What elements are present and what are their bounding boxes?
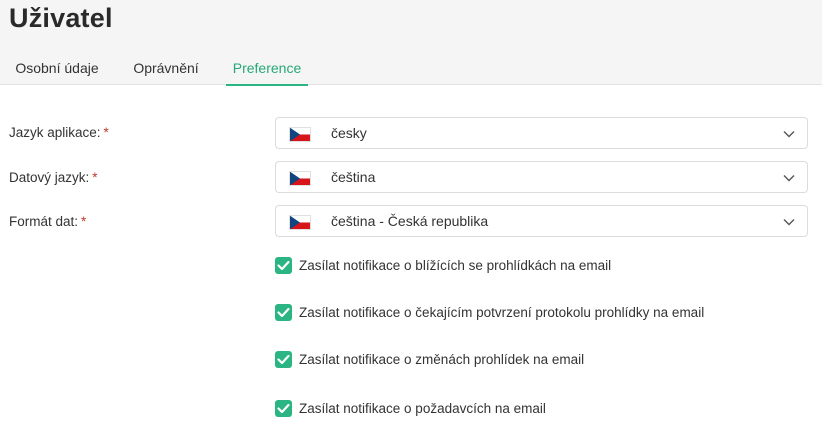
czech-flag-icon	[289, 171, 311, 186]
data-language-select[interactable]: čeština	[275, 161, 808, 193]
chevron-down-icon	[782, 127, 796, 141]
required-mark: *	[92, 170, 98, 185]
tab-bar: Osobní údaje Oprávnění Preference	[0, 50, 822, 86]
checkbox-label: Zasílat notifikace o požadavcích na emai…	[299, 401, 546, 416]
app-language-value: česky	[331, 125, 367, 141]
app-language-label: Jazyk aplikace: *	[9, 125, 109, 140]
data-language-value: čeština	[331, 169, 376, 185]
data-format-label: Formát dat: *	[9, 214, 86, 229]
chevron-down-icon	[782, 215, 796, 229]
data-format-select[interactable]: čeština - Česká republika	[275, 205, 808, 237]
tab-personal-info[interactable]: Osobní údaje	[6, 50, 108, 85]
chevron-down-icon	[782, 171, 796, 185]
page-header: Uživatel Osobní údaje Oprávnění Preferen…	[0, 0, 822, 86]
checkbox-checked-icon[interactable]	[275, 351, 292, 368]
required-mark: *	[81, 214, 87, 229]
page-title: Uživatel	[9, 3, 113, 33]
czech-flag-icon	[289, 127, 311, 142]
checkbox-checked-icon[interactable]	[275, 257, 292, 274]
data-format-value: čeština - Česká republika	[331, 213, 489, 229]
data-format-label-text: Formát dat:	[9, 214, 79, 229]
required-mark: *	[103, 125, 109, 140]
checkbox-label: Zasílat notifikace o čekajícím potvrzení…	[299, 305, 705, 320]
checkbox-label: Zasílat notifikace o změnách prohlídek n…	[299, 352, 585, 367]
checkbox-checked-icon[interactable]	[275, 304, 292, 321]
tab-permissions[interactable]: Oprávnění	[124, 50, 208, 85]
data-language-label: Datový jazyk: *	[9, 170, 98, 185]
app-language-label-text: Jazyk aplikace:	[9, 125, 101, 140]
tab-preferences[interactable]: Preference	[226, 50, 308, 86]
data-language-label-text: Datový jazyk:	[9, 170, 90, 185]
checkbox-checked-icon[interactable]	[275, 400, 292, 417]
czech-flag-icon	[289, 215, 311, 230]
checkbox-label: Zasílat notifikace o blížících se prohlí…	[299, 258, 612, 273]
app-language-select[interactable]: česky	[275, 117, 808, 149]
